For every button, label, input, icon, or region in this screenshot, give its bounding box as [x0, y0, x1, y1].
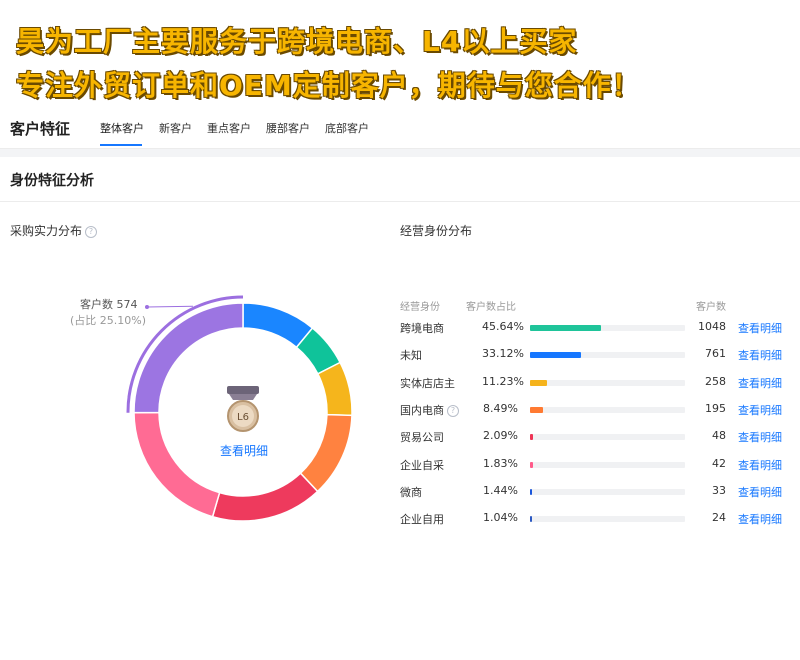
section-title: 身份特征分析 — [10, 173, 94, 189]
donut-slice[interactable] — [211, 472, 319, 522]
view-detail-link[interactable]: 查看明细 — [738, 484, 782, 500]
donut-slice[interactable] — [299, 413, 353, 493]
purchase-power-title-text: 采购实力分布 — [10, 224, 83, 238]
identity-ratio: 8.49% — [483, 401, 518, 415]
identity-count: 761 — [705, 347, 726, 361]
donut-slice[interactable] — [133, 302, 244, 414]
view-detail-link[interactable]: 查看明细 — [738, 511, 782, 527]
identity-ratio: 1.83% — [483, 456, 518, 470]
table-row: 国内电商? 8.49% 195 查看明细 — [400, 400, 790, 420]
divider — [0, 149, 800, 157]
identity-name: 企业自用 — [400, 511, 444, 527]
callout-dot — [145, 305, 149, 309]
tab-new-customers[interactable]: 新客户 — [159, 120, 192, 136]
identity-name-text: 微商 — [400, 485, 422, 499]
identity-name: 未知 — [400, 347, 422, 363]
page-title: 客户特征 — [10, 120, 71, 138]
identity-name-text: 贸易公司 — [400, 431, 444, 445]
view-detail-link[interactable]: 查看明细 — [738, 402, 782, 418]
column-header-count: 客户数 — [696, 302, 726, 313]
ratio-bar-track — [530, 325, 685, 331]
view-detail-link[interactable]: 查看明细 — [738, 347, 782, 363]
ratio-bar-fill — [530, 434, 534, 441]
identity-name-text: 跨境电商 — [400, 322, 444, 335]
tab-bottom-customers[interactable]: 底部客户 — [325, 120, 369, 136]
table-row: 贸易公司 2.09% 48 查看明细 — [400, 427, 790, 447]
tab-key-customers[interactable]: 重点客户 — [207, 120, 251, 136]
purchase-power-detail-link[interactable]: 查看明细 — [220, 442, 268, 459]
question-circle-icon[interactable]: ? — [447, 404, 459, 417]
identity-name-text: 实体店店主 — [400, 376, 455, 390]
identity-ratio: 45.64% — [482, 320, 524, 333]
identity-distribution-title: 经营身份分布 — [400, 224, 473, 238]
ratio-bar-fill — [530, 461, 533, 468]
banner-line-1: 昊为工厂主要服务于跨境电商、L4以上买家 — [16, 25, 578, 58]
identity-count: 48 — [712, 429, 726, 443]
callout-leader-line — [146, 305, 194, 308]
ratio-bar-fill — [530, 379, 548, 386]
ratio-bar-fill — [530, 406, 544, 413]
identity-name: 国内电商? — [400, 402, 459, 418]
column-header-ratio: 客户数占比 — [466, 302, 516, 313]
table-row: 微商 1.44% 33 查看明细 — [400, 482, 790, 502]
identity-ratio: 2.09% — [483, 429, 518, 443]
ratio-bar-fill — [530, 488, 533, 495]
ratio-bar-track — [530, 434, 685, 441]
donut-slice[interactable] — [133, 411, 221, 518]
column-header-identity: 经营身份 — [400, 302, 440, 313]
table-row: 企业自用 1.04% 24 查看明细 — [400, 509, 790, 529]
customer-tabs-bar: 客户特征 整体客户 新客户 重点客户 腰部客户 底部客户 — [0, 108, 800, 149]
identity-ratio: 11.23% — [482, 374, 524, 388]
identity-count: 42 — [712, 456, 726, 470]
ratio-bar-track — [530, 406, 685, 413]
donut-slice[interactable] — [316, 361, 353, 417]
badge-level-label: L6 — [237, 412, 249, 423]
table-row: 跨境电商 45.64% 1048 查看明细 — [400, 318, 790, 338]
ratio-bar-fill — [530, 325, 601, 331]
view-detail-link[interactable]: 查看明细 — [738, 429, 782, 445]
level-badge-icon: L6 — [227, 386, 259, 432]
question-circle-icon[interactable]: ? — [85, 226, 98, 238]
identity-count: 33 — [712, 483, 726, 497]
tab-all-customers[interactable]: 整体客户 — [100, 120, 144, 136]
identity-name: 跨境电商 — [400, 320, 444, 336]
identity-name-text: 国内电商 — [400, 403, 444, 417]
identity-ratio: 33.12% — [482, 347, 524, 361]
identity-count: 195 — [705, 401, 726, 415]
view-detail-link[interactable]: 查看明细 — [738, 375, 782, 391]
purchase-power-donut-chart: L6 — [126, 295, 353, 522]
ratio-bar-fill — [530, 352, 582, 359]
ratio-bar-track — [530, 516, 685, 523]
promo-banner: 昊为工厂主要服务于跨境电商、L4以上买家 专注外贸订单和OEM定制客户，期待与您… — [0, 0, 800, 108]
table-row: 实体店店主 11.23% 258 查看明细 — [400, 373, 790, 393]
ratio-bar-track — [530, 352, 685, 359]
purchase-power-title: 采购实力分布? — [10, 222, 98, 239]
identity-name-text: 企业自采 — [400, 458, 444, 472]
identity-name: 微商 — [400, 484, 422, 500]
identity-name: 企业自采 — [400, 457, 444, 473]
banner-line-2: 专注外贸订单和OEM定制客户，期待与您合作！ — [16, 69, 641, 102]
tab-mid-customers[interactable]: 腰部客户 — [266, 120, 310, 136]
identity-name-text: 企业自用 — [400, 513, 444, 527]
identity-name: 实体店店主 — [400, 375, 455, 391]
ratio-bar-fill — [530, 516, 532, 523]
identity-count: 258 — [705, 374, 726, 388]
identity-ratio: 1.44% — [483, 483, 518, 497]
table-row: 未知 33.12% 761 查看明细 — [400, 345, 790, 365]
ratio-bar-track — [530, 379, 685, 386]
table-row: 企业自采 1.83% 42 查看明细 — [400, 455, 790, 475]
identity-count: 24 — [712, 511, 726, 525]
identity-name-text: 未知 — [400, 349, 422, 363]
ratio-bar-track — [530, 461, 685, 468]
view-detail-link[interactable]: 查看明细 — [738, 457, 782, 473]
identity-section-header: 身份特征分析 — [0, 157, 800, 202]
ratio-bar-track — [530, 488, 685, 495]
active-tab-indicator — [100, 144, 142, 146]
identity-count: 1048 — [698, 320, 726, 333]
identity-name: 贸易公司 — [400, 429, 444, 445]
identity-ratio: 1.04% — [483, 511, 518, 525]
view-detail-link[interactable]: 查看明细 — [738, 320, 782, 336]
